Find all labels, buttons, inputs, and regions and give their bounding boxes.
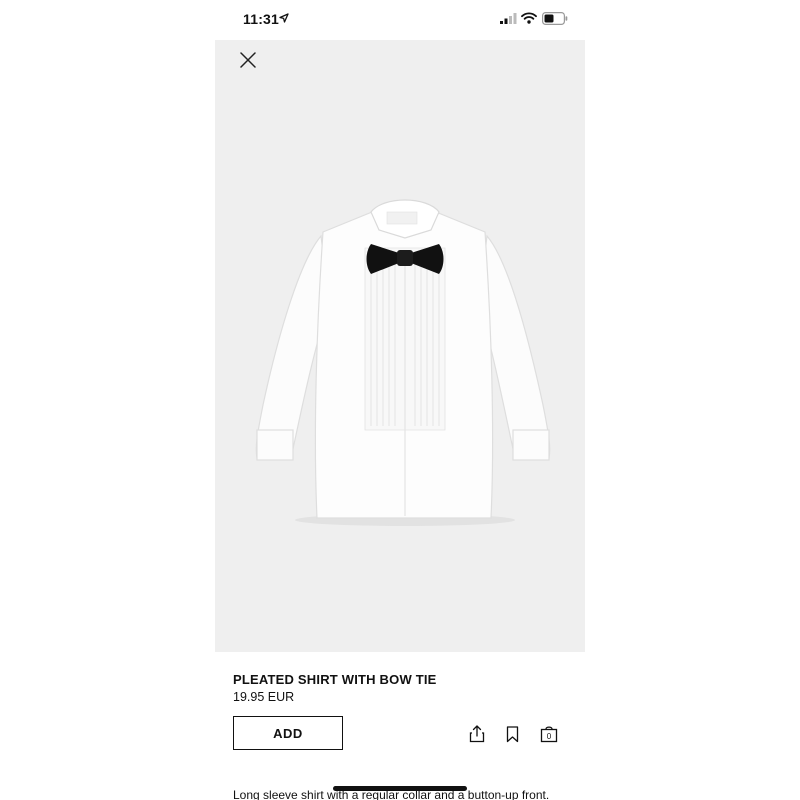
svg-text:0: 0 [547,732,552,741]
wifi-icon [521,12,537,24]
phone-screen: 11:31 PLEATED SHIRT WITH BOW TIE 19.95 E… [215,0,585,800]
signal-icon [500,13,517,24]
product-image-area[interactable] [215,40,585,652]
product-price: 19.95 EUR [233,690,295,704]
share-icon[interactable] [469,725,485,743]
status-bar: 11:31 [215,0,585,40]
product-info: PLEATED SHIRT WITH BOW TIE 19.95 EUR ADD… [215,652,585,800]
bookmark-icon[interactable] [506,726,519,743]
battery-icon [542,12,568,25]
shirt-with-bow-tie-image [255,199,551,526]
bag-icon[interactable]: 0 [540,725,558,743]
location-arrow-icon [279,13,289,23]
scroll-handle[interactable] [333,786,467,791]
close-icon[interactable] [239,51,257,69]
product-title: PLEATED SHIRT WITH BOW TIE [233,672,437,687]
status-time: 11:31 [243,11,280,27]
add-to-cart-button[interactable]: ADD [233,716,343,750]
